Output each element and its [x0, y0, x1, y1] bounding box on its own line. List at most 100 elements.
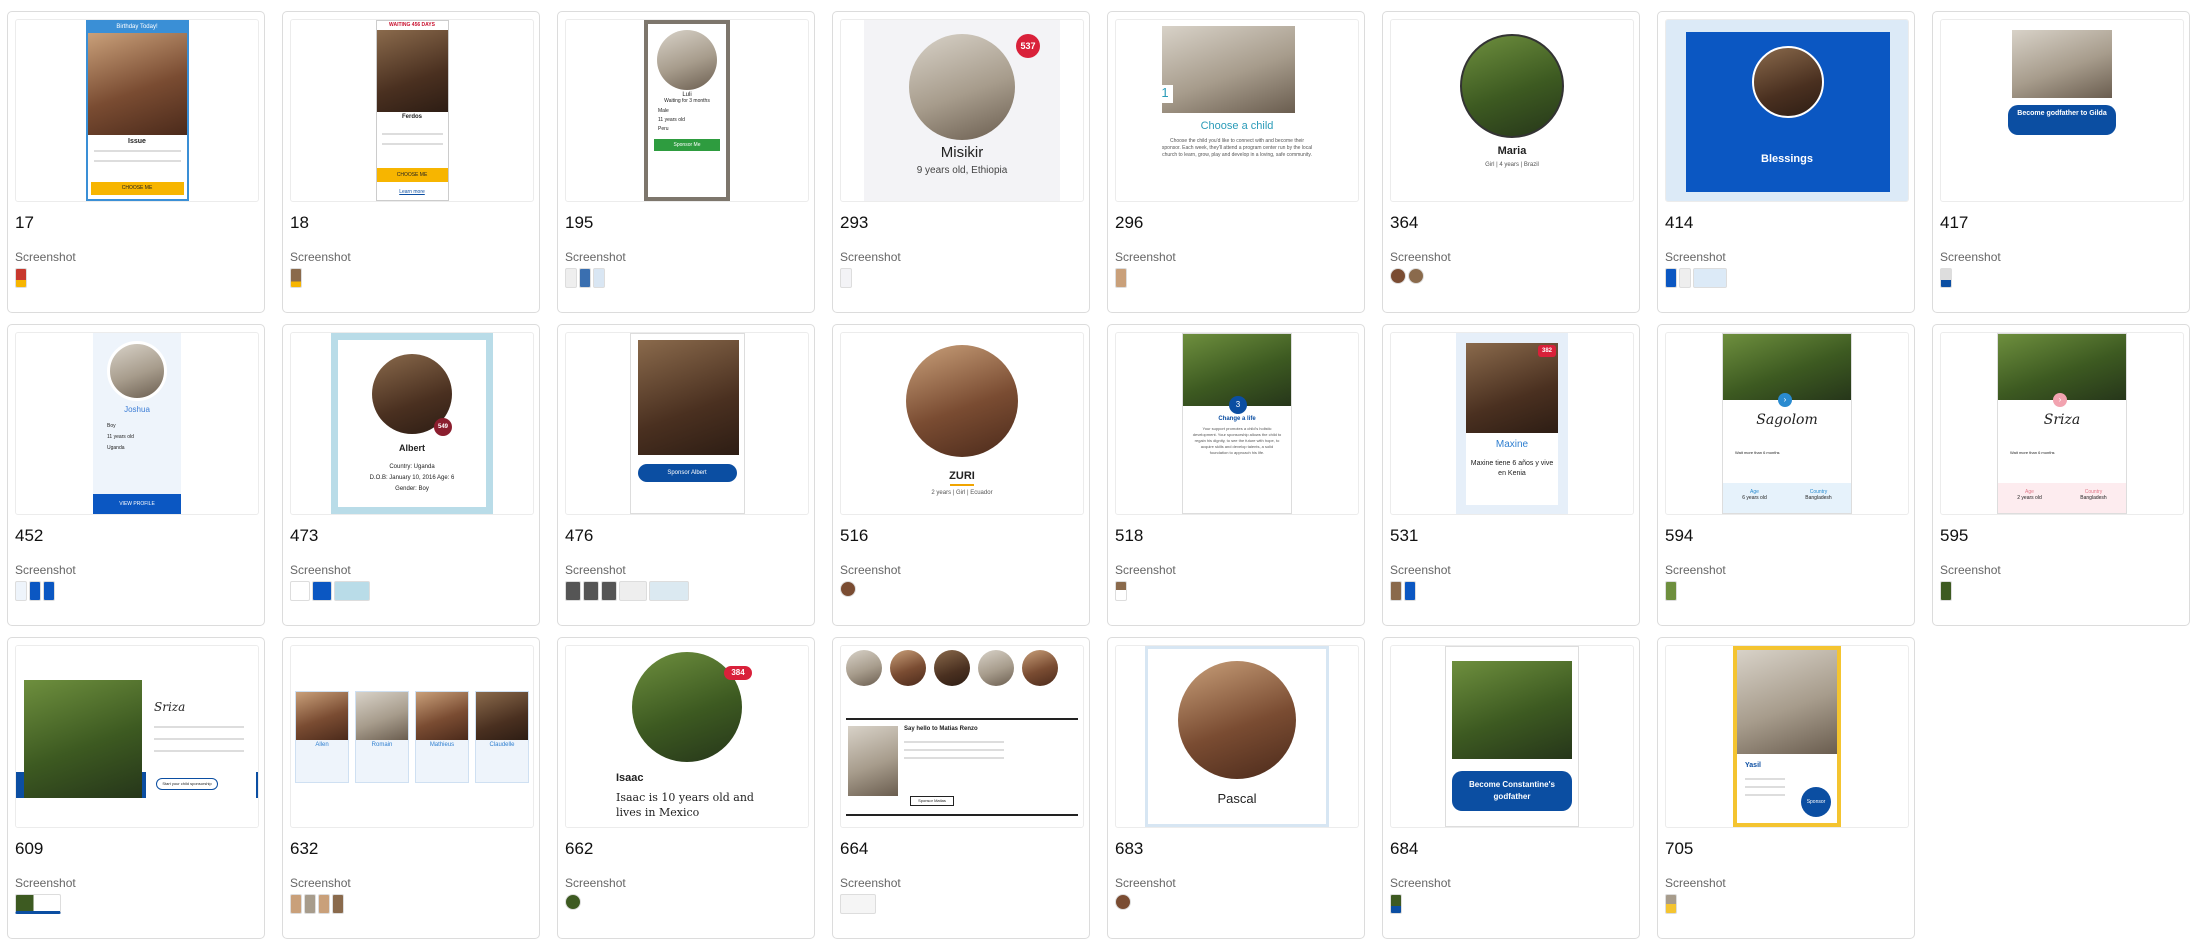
thumbnail-strip	[1115, 581, 1127, 601]
card-thumbnail[interactable]: Sponsor Albert	[565, 332, 809, 515]
thumbnail-strip	[1390, 268, 1424, 284]
learn-more-link: Learn more	[399, 189, 425, 195]
child-name: Mathieus	[429, 741, 455, 748]
screenshot-card[interactable]: Blessings 414 Screenshot	[1657, 11, 1915, 313]
screenshot-card[interactable]: Luli Waiting for 3 months Male 11 years …	[557, 11, 815, 313]
waiting-badge: 384	[724, 666, 752, 680]
card-type: Screenshot	[15, 563, 76, 577]
card-id: 18	[290, 213, 309, 232]
field-value: 2 years old	[2017, 495, 2042, 501]
screenshot-card[interactable]: Pascal 683 Screenshot	[1107, 637, 1365, 939]
card-id: 476	[565, 526, 594, 545]
screenshot-card[interactable]: ZURI 2 years | Girl | Ecuador 516 Screen…	[832, 324, 1090, 626]
card-thumbnail[interactable]: 549 Albert Country: Uganda D.O.B: Januar…	[290, 332, 534, 515]
card-type: Screenshot	[1665, 250, 1726, 264]
choose-me-button: CHOOSE ME	[90, 182, 184, 195]
child-photo	[848, 726, 898, 796]
screenshot-card[interactable]: Joshua Boy 11 years old Uganda VIEW PROF…	[7, 324, 265, 626]
child-name: Yasil	[1745, 762, 1761, 769]
child-photo	[1452, 661, 1572, 759]
screenshot-card[interactable]: 537 Misikir 9 years old, Ethiopia 293 Sc…	[832, 11, 1090, 313]
card-thumbnail[interactable]: › Sriza Wait more than 6 months Age 2 yea…	[1940, 332, 2184, 515]
card-thumbnail[interactable]: 3 Change a life Your support promotes a …	[1115, 332, 1359, 515]
card-type: Screenshot	[290, 876, 351, 890]
card-thumbnail[interactable]: Blessings	[1665, 19, 1909, 202]
child-summary: 9 years old, Ethiopia	[916, 165, 1008, 176]
step-title: Change a life	[1218, 416, 1256, 422]
card-thumbnail[interactable]: Joshua Boy 11 years old Uganda VIEW PROF…	[15, 332, 259, 515]
card-thumbnail[interactable]: Birthday Today! Issue CHOOSE ME	[15, 19, 259, 202]
screenshot-card[interactable]: Maria Girl | 4 years | Brazil 364 Screen…	[1382, 11, 1640, 313]
card-thumbnail[interactable]: ZURI 2 years | Girl | Ecuador	[840, 332, 1084, 515]
child-name: Maria	[1497, 145, 1527, 157]
card-thumbnail[interactable]: 537 Misikir 9 years old, Ethiopia	[840, 19, 1084, 202]
card-thumbnail[interactable]: Pascal	[1115, 645, 1359, 828]
screenshot-card[interactable]: Yasil Sponsor 705 Screenshot	[1657, 637, 1915, 939]
next-arrow-icon: ›	[2053, 393, 2067, 407]
card-thumbnail[interactable]: Yasil Sponsor	[1665, 645, 1909, 828]
thumbnail-strip	[290, 268, 302, 288]
screenshot-card[interactable]: 549 Albert Country: Uganda D.O.B: Januar…	[282, 324, 540, 626]
child-photo	[909, 34, 1015, 140]
become-godfather-button: Become godfather to Gilda	[2008, 105, 2116, 135]
screenshot-card[interactable]: WAITING 456 DAYS Ferdos CHOOSE ME Learn …	[282, 11, 540, 313]
preview-title: WAITING 456 DAYS	[389, 22, 435, 28]
card-thumbnail[interactable]: Luli Waiting for 3 months Male 11 years …	[565, 19, 809, 202]
screenshot-card[interactable]: 384 Isaac Isaac is 10 years old and live…	[557, 637, 815, 939]
card-thumbnail[interactable]: Maria Girl | 4 years | Brazil	[1390, 19, 1634, 202]
field-value: Bangladesh	[1805, 495, 1832, 501]
card-thumbnail[interactable]: Sriza Start your child sponsorship	[15, 645, 259, 828]
card-id: 609	[15, 839, 44, 858]
card-thumbnail[interactable]: 1 Choose a child Choose the child you'd …	[1115, 19, 1359, 202]
card-id: 684	[1390, 839, 1419, 858]
card-type: Screenshot	[1940, 563, 2001, 577]
card-thumbnail[interactable]: WAITING 456 DAYS Ferdos CHOOSE ME Learn …	[290, 19, 534, 202]
child-photo	[1723, 334, 1851, 400]
card-id: 195	[565, 213, 594, 232]
screenshot-card[interactable]: › Sriza Wait more than 6 months Age 2 yea…	[1932, 324, 2190, 626]
thumbnail-strip	[1665, 268, 1727, 288]
card-id: 296	[1115, 213, 1144, 232]
screenshot-card[interactable]: Say hello to Matias Renzo Sponsor Matias…	[832, 637, 1090, 939]
screenshot-card[interactable]: Become godfather to Gilda 417 Screenshot	[1932, 11, 2190, 313]
detail-gender: Gender: Boy	[395, 486, 429, 492]
child-photo	[87, 33, 187, 135]
card-thumbnail[interactable]: 382 Maxine Maxine tiene 6 años y vive en…	[1390, 332, 1634, 515]
card-thumbnail[interactable]: Become Constantine's godfather	[1390, 645, 1634, 828]
screenshot-card[interactable]: Allen Romain Mathieus Claudelle 632 Scre…	[282, 637, 540, 939]
card-thumbnail[interactable]: Say hello to Matias Renzo Sponsor Matias	[840, 645, 1084, 828]
card-id: 683	[1115, 839, 1144, 858]
child-photo	[1998, 334, 2126, 400]
card-id: 595	[1940, 526, 1969, 545]
screenshot-card[interactable]: 1 Choose a child Choose the child you'd …	[1107, 11, 1365, 313]
screenshot-card[interactable]: 3 Change a life Your support promotes a …	[1107, 324, 1365, 626]
field-value: Bangladesh	[2080, 495, 2107, 501]
card-thumbnail[interactable]: 384 Isaac Isaac is 10 years old and live…	[565, 645, 809, 828]
screenshot-card[interactable]: Sriza Start your child sponsorship 609 S…	[7, 637, 265, 939]
screenshot-card[interactable]: Sponsor Albert 476 Screenshot	[557, 324, 815, 626]
card-thumbnail[interactable]: › Sagolom Wait more than 6 months Age 6 y…	[1665, 332, 1909, 515]
thumbnail-strip	[840, 268, 852, 288]
screenshot-card[interactable]: Become Constantine's godfather 684 Scree…	[1382, 637, 1640, 939]
step-number: 3	[1229, 396, 1247, 414]
child-name: Ferdos	[401, 114, 422, 120]
child-photo	[1178, 661, 1296, 779]
choose-me-button: CHOOSE ME	[376, 168, 448, 182]
section-title: Say hello to Matias Renzo	[904, 726, 978, 732]
child-name: Blessings	[1761, 153, 1813, 165]
card-thumbnail[interactable]: Become godfather to Gilda	[1940, 19, 2184, 202]
thumbnail-strip	[1115, 268, 1127, 288]
screenshot-card[interactable]: › Sagolom Wait more than 6 months Age 6 y…	[1657, 324, 1915, 626]
screenshot-card[interactable]: Birthday Today! Issue CHOOSE ME 17 Scree…	[7, 11, 265, 313]
waiting-text: Wait more than 6 months	[2010, 450, 2055, 455]
child-photo	[1752, 46, 1824, 118]
detail-dob: D.O.B: January 10, 2016 Age: 6	[369, 475, 455, 481]
card-thumbnail[interactable]: Allen Romain Mathieus Claudelle	[290, 645, 534, 828]
screenshot-card[interactable]: 382 Maxine Maxine tiene 6 años y vive en…	[1382, 324, 1640, 626]
card-type: Screenshot	[1115, 876, 1176, 890]
thumbnail-strip	[565, 581, 689, 601]
card-id: 531	[1390, 526, 1419, 545]
thumbnail-strip	[290, 894, 344, 914]
step-number: 1	[1157, 85, 1173, 103]
child-photo	[476, 691, 528, 740]
